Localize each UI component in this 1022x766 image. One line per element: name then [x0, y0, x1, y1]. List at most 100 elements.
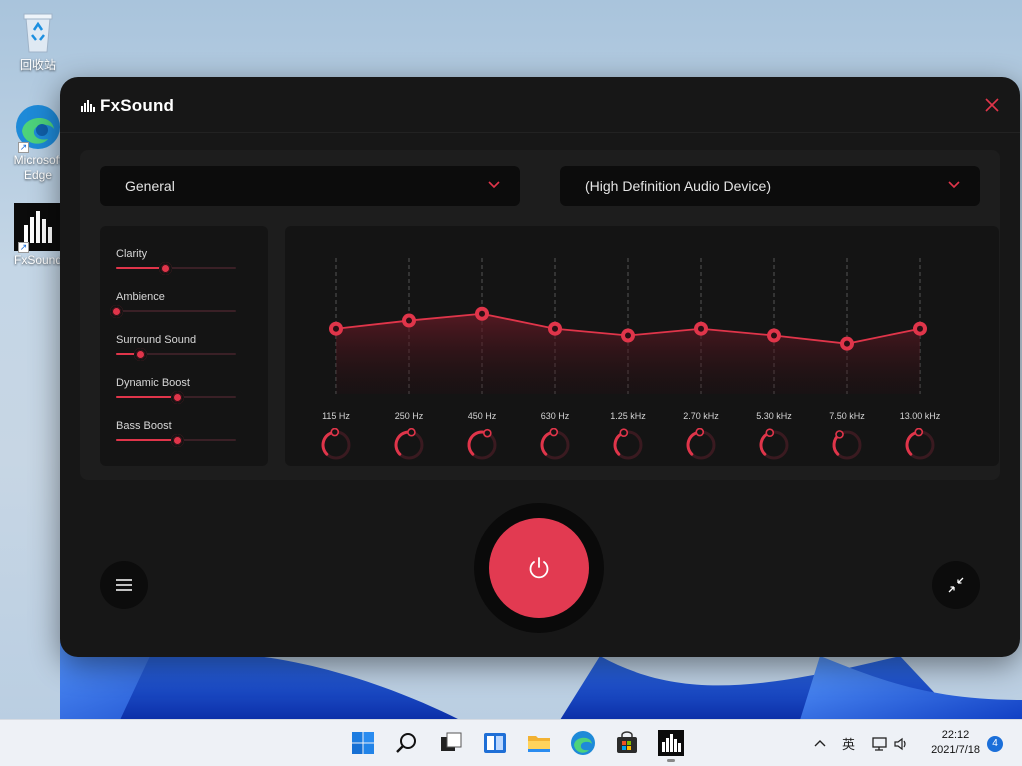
shortcut-arrow-icon: ↗ [18, 142, 29, 153]
task-view-button[interactable] [438, 730, 464, 756]
eq-band-handle[interactable] [402, 313, 416, 328]
edge-icon [571, 731, 595, 755]
preset-dropdown[interactable]: General [100, 166, 520, 206]
recycle-bin-icon [14, 8, 62, 56]
slider-thumb[interactable] [171, 434, 185, 447]
power-button[interactable] [489, 518, 589, 618]
store-button[interactable] [614, 730, 640, 756]
slider-thumb[interactable] [171, 391, 185, 404]
store-icon [617, 731, 637, 753]
eq-gain-knob[interactable] [830, 428, 864, 462]
eq-band-handle[interactable] [913, 321, 927, 336]
fxsound-window: FxSound General (High Definition Audio D… [60, 77, 1020, 657]
collapse-arrows-icon [948, 577, 964, 593]
fxsound-taskbar-button[interactable] [658, 730, 684, 762]
tray-overflow-icon[interactable] [812, 736, 828, 752]
titlebar: FxSound [60, 77, 1020, 133]
effect-clarity: Clarity [116, 248, 236, 275]
edge-icon: ↗ [14, 103, 62, 153]
start-button[interactable] [350, 730, 376, 756]
eq-frequency-label: 5.30 kHz [756, 411, 792, 421]
widgets-button[interactable] [482, 730, 508, 756]
slider-thumb[interactable] [134, 348, 147, 361]
effect-surround-sound: Surround Sound [116, 334, 236, 361]
clarity-slider[interactable] [116, 262, 236, 275]
eq-band-handle[interactable] [767, 328, 781, 343]
taskbar-search-button[interactable] [394, 730, 420, 756]
desktop-icon-recycle-bin[interactable]: 回收站 [6, 8, 70, 73]
eq-gain-knob[interactable] [538, 428, 572, 462]
eq-band-handle[interactable] [694, 321, 708, 336]
edge-taskbar-button[interactable] [570, 730, 596, 756]
clock-date: 2021/7/18 [931, 744, 980, 756]
eq-frequency-label: 2.70 kHz [683, 411, 719, 421]
eq-band-handle[interactable] [329, 321, 343, 336]
minimize-view-button[interactable] [932, 561, 980, 609]
preset-selected: General [125, 178, 175, 194]
device-selected: (High Definition Audio Device) [585, 178, 771, 194]
chevron-down-icon [948, 181, 960, 189]
eq-frequency-label: 7.50 kHz [829, 411, 865, 421]
eq-gain-knob[interactable] [319, 428, 353, 462]
effect-ambience: Ambience [110, 291, 236, 318]
eq-gain-knob[interactable] [757, 428, 791, 462]
effect-label: Clarity [116, 248, 148, 260]
effect-bass-boost: Bass Boost [116, 420, 236, 447]
eq-frequency-label: 450 Hz [467, 411, 497, 421]
notification-badge[interactable]: 4 [987, 736, 1003, 752]
effects-panel: Clarity Ambience Surround Sound Dynamic … [100, 226, 268, 466]
eq-band-handle[interactable] [475, 306, 489, 321]
app-brand: FxSound [81, 96, 174, 116]
effect-label: Ambience [116, 291, 165, 303]
hamburger-menu-icon [116, 579, 132, 591]
main-panel: General (High Definition Audio Device) C… [80, 150, 1000, 480]
effect-label: Surround Sound [116, 334, 197, 346]
equalizer-panel: 115 Hz 250 Hz 450 Hz 630 Hz 1.25 kHz 2.70 kHz… [285, 226, 999, 466]
eq-gain-knob[interactable] [611, 428, 645, 462]
effect-dynamic-boost: Dynamic Boost [116, 377, 236, 404]
eq-band-handle[interactable] [548, 321, 562, 336]
file-explorer-button[interactable] [526, 730, 552, 756]
power-icon [529, 557, 549, 579]
search-icon [396, 733, 416, 753]
eq-gain-knob[interactable] [903, 428, 937, 462]
effect-label: Bass Boost [116, 420, 172, 432]
close-button[interactable] [982, 95, 1002, 115]
ime-indicator[interactable]: 英 [842, 734, 855, 753]
file-explorer-icon [528, 736, 550, 752]
eq-gain-knob[interactable] [684, 428, 718, 462]
app-title: FxSound [100, 96, 175, 115]
dynamic-boost-slider[interactable] [116, 391, 236, 404]
shortcut-arrow-icon: ↗ [18, 242, 29, 253]
clock[interactable]: 22:12 2021/7/18 [931, 728, 980, 758]
device-dropdown[interactable]: (High Definition Audio Device) [560, 166, 980, 206]
volume-icon[interactable] [893, 736, 909, 752]
system-tray: 英 [812, 720, 909, 766]
eq-band-handle[interactable] [840, 336, 854, 351]
eq-frequency-label: 13.00 kHz [899, 411, 941, 421]
task-view-icon [441, 732, 462, 751]
eq-gain-knob[interactable] [465, 428, 499, 462]
eq-frequency-label: 250 Hz [394, 411, 424, 421]
running-indicator [667, 759, 675, 762]
fxsound-icon: ↗ [14, 203, 62, 253]
power-ring [474, 503, 604, 633]
ambience-slider[interactable] [110, 305, 236, 318]
slider-thumb[interactable] [159, 262, 173, 275]
eq-frequency-label: 115 Hz [322, 411, 350, 421]
eq-gain-knob[interactable] [392, 428, 426, 462]
menu-button[interactable] [100, 561, 148, 609]
eq-band-handle[interactable] [621, 328, 635, 343]
windows-start-icon [352, 732, 374, 754]
surround-sound-slider[interactable] [116, 348, 236, 361]
taskbar: 英 22:12 2021/7/18 4 [0, 719, 1022, 766]
network-icon[interactable] [871, 736, 889, 752]
eq-frequency-label: 1.25 kHz [610, 411, 646, 421]
bass-boost-slider[interactable] [116, 434, 236, 447]
slider-thumb[interactable] [110, 305, 123, 318]
desktop-icon-label: 回收站 [19, 58, 56, 72]
eq-area [336, 313, 920, 394]
effect-label: Dynamic Boost [116, 377, 190, 389]
eq-frequency-label: 630 Hz [540, 411, 570, 421]
fxsound-logo-icon [81, 100, 95, 112]
